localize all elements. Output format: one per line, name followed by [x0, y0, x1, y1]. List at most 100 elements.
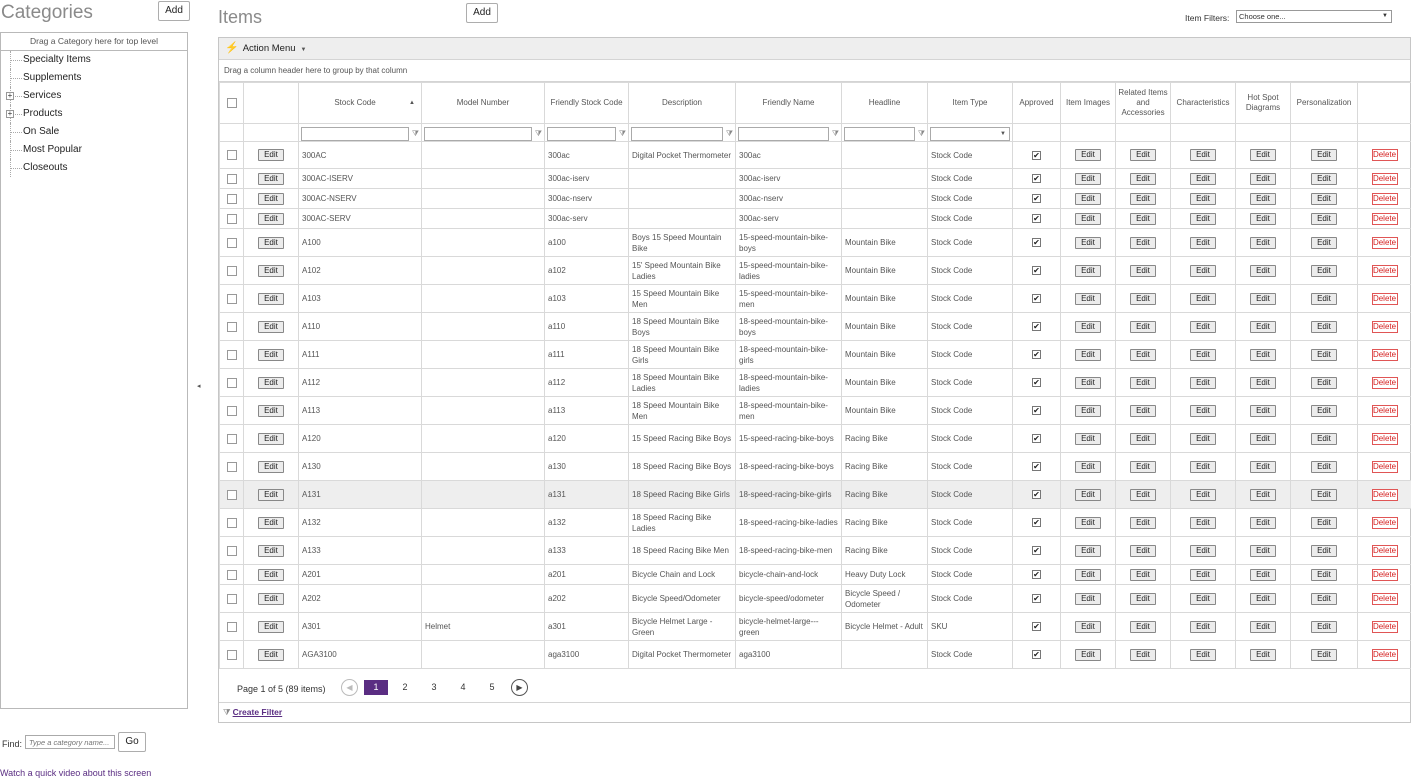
approved-checkbox[interactable]: ✔ — [1032, 150, 1041, 160]
characteristics-edit-button[interactable]: Edit — [1190, 432, 1216, 445]
approved-checkbox[interactable]: ✔ — [1032, 518, 1041, 527]
category-item[interactable]: Most Popular — [1, 141, 187, 159]
table-row[interactable]: Edit A102 a102 15' Speed Mountain Bike Ladi… — [219, 256, 1411, 285]
filter-icon[interactable]: ⧩ — [412, 128, 419, 139]
hot-spot-diagrams-edit-button[interactable]: Edit — [1250, 544, 1276, 557]
approved-checkbox[interactable]: ✔ — [1032, 406, 1041, 415]
related-items-edit-button[interactable]: Edit — [1130, 568, 1156, 581]
hot-spot-diagrams-edit-button[interactable]: Edit — [1250, 236, 1276, 249]
row-checkbox[interactable] — [226, 405, 237, 416]
table-row[interactable]: Edit A111 a111 18 Speed Mountain Bike Girls… — [219, 340, 1411, 369]
edit-button[interactable]: Edit — [258, 192, 284, 205]
delete-button[interactable]: Delete — [1371, 488, 1398, 501]
column-header[interactable]: Friendly Name — [735, 82, 842, 124]
related-items-edit-button[interactable]: Edit — [1130, 488, 1156, 501]
characteristics-edit-button[interactable]: Edit — [1190, 648, 1216, 661]
item-images-edit-button[interactable]: Edit — [1075, 432, 1101, 445]
characteristics-edit-button[interactable]: Edit — [1190, 460, 1216, 473]
delete-button[interactable]: Delete — [1371, 544, 1398, 557]
delete-button[interactable]: Delete — [1371, 236, 1398, 249]
table-row[interactable]: Edit A131 a131 18 Speed Racing Bike Girls 18… — [219, 480, 1411, 509]
delete-button[interactable]: Delete — [1371, 292, 1398, 305]
column-header[interactable]: Stock Code ▲ — [298, 82, 422, 124]
approved-checkbox[interactable]: ✔ — [1032, 214, 1041, 223]
category-item[interactable]: + Services — [1, 87, 187, 105]
category-item[interactable]: Closeouts — [1, 159, 187, 177]
personalization-edit-button[interactable]: Edit — [1311, 376, 1337, 389]
table-row[interactable]: Edit AGA3100 aga3100 Digital Pocket Thermom… — [219, 640, 1411, 669]
delete-button[interactable]: Delete — [1371, 648, 1398, 661]
column-header[interactable]: Model Number — [421, 82, 545, 124]
approved-checkbox[interactable]: ✔ — [1032, 266, 1041, 275]
row-checkbox[interactable] — [226, 265, 237, 276]
hot-spot-diagrams-edit-button[interactable]: Edit — [1250, 320, 1276, 333]
approved-checkbox[interactable]: ✔ — [1032, 490, 1041, 499]
edit-button[interactable]: Edit — [258, 149, 284, 161]
hot-spot-diagrams-edit-button[interactable]: Edit — [1250, 516, 1276, 529]
table-row[interactable]: Edit A113 a113 18 Speed Mountain Bike Men 18… — [219, 396, 1411, 425]
table-row[interactable]: Edit A132 a132 18 Speed Racing Bike Ladies 1… — [219, 508, 1411, 537]
hot-spot-diagrams-edit-button[interactable]: Edit — [1250, 488, 1276, 501]
hot-spot-diagrams-edit-button[interactable]: Edit — [1250, 172, 1276, 185]
row-checkbox[interactable] — [226, 621, 237, 632]
related-items-edit-button[interactable]: Edit — [1130, 212, 1156, 225]
related-items-edit-button[interactable]: Edit — [1130, 404, 1156, 417]
prev-page-icon[interactable]: ◀ — [341, 679, 358, 696]
row-checkbox[interactable] — [226, 377, 237, 388]
edit-button[interactable]: Edit — [258, 648, 284, 661]
edit-button[interactable]: Edit — [258, 592, 284, 605]
column-header[interactable]: Item Type — [927, 82, 1013, 124]
related-items-edit-button[interactable]: Edit — [1130, 432, 1156, 445]
related-items-edit-button[interactable]: Edit — [1130, 264, 1156, 277]
delete-button[interactable]: Delete — [1371, 264, 1398, 277]
table-row[interactable]: Edit A110 a110 18 Speed Mountain Bike Boys 1… — [219, 312, 1411, 341]
column-header[interactable]: Description — [628, 82, 736, 124]
delete-button[interactable]: Delete — [1371, 404, 1398, 417]
approved-checkbox[interactable]: ✔ — [1032, 650, 1041, 659]
related-items-edit-button[interactable]: Edit — [1130, 460, 1156, 473]
table-row[interactable]: Edit A103 a103 15 Speed Mountain Bike Men 15… — [219, 284, 1411, 313]
edit-button[interactable]: Edit — [258, 236, 284, 249]
item-images-edit-button[interactable]: Edit — [1075, 236, 1101, 249]
table-row[interactable]: Edit 300AC 300ac Digital Pocket Thermometer… — [219, 141, 1411, 169]
item-images-edit-button[interactable]: Edit — [1075, 460, 1101, 473]
related-items-edit-button[interactable]: Edit — [1130, 292, 1156, 305]
edit-button[interactable]: Edit — [258, 516, 284, 529]
item-images-edit-button[interactable]: Edit — [1075, 212, 1101, 225]
characteristics-edit-button[interactable]: Edit — [1190, 212, 1216, 225]
column-filter-input[interactable] — [301, 126, 409, 141]
column-header[interactable]: Related Items and Accessories — [1115, 82, 1171, 124]
characteristics-edit-button[interactable]: Edit — [1190, 620, 1216, 633]
approved-checkbox[interactable]: ✔ — [1032, 350, 1041, 359]
column-header[interactable]: Friendly Stock Code — [544, 82, 629, 124]
hot-spot-diagrams-edit-button[interactable]: Edit — [1250, 568, 1276, 581]
group-by-zone[interactable]: Drag a column header here to group by th… — [219, 60, 1410, 82]
edit-button[interactable]: Edit — [258, 460, 284, 473]
hot-spot-diagrams-edit-button[interactable]: Edit — [1250, 292, 1276, 305]
personalization-edit-button[interactable]: Edit — [1311, 404, 1337, 417]
table-row[interactable]: Edit A301 Helmet a301 Bicycle Helmet Large -… — [219, 612, 1411, 641]
approved-checkbox[interactable]: ✔ — [1032, 194, 1041, 203]
hot-spot-diagrams-edit-button[interactable]: Edit — [1250, 404, 1276, 417]
approved-checkbox[interactable]: ✔ — [1032, 462, 1041, 471]
approved-checkbox[interactable]: ✔ — [1032, 174, 1041, 183]
category-item[interactable]: Supplements — [1, 69, 187, 87]
column-filter-input[interactable] — [547, 126, 616, 141]
characteristics-edit-button[interactable]: Edit — [1190, 404, 1216, 417]
action-menu[interactable]: ⚡ Action Menu ▼ — [219, 38, 1410, 60]
column-filter-input[interactable] — [844, 126, 915, 141]
item-filters-select[interactable]: Choose one... ▼ — [1236, 10, 1392, 23]
characteristics-edit-button[interactable]: Edit — [1190, 292, 1216, 305]
column-header[interactable]: Characteristics — [1170, 82, 1236, 124]
edit-button[interactable]: Edit — [258, 620, 284, 633]
column-filter-input[interactable] — [424, 126, 532, 141]
item-images-edit-button[interactable]: Edit — [1075, 488, 1101, 501]
column-header[interactable]: Headline — [841, 82, 928, 124]
row-checkbox[interactable] — [226, 569, 237, 580]
personalization-edit-button[interactable]: Edit — [1311, 212, 1337, 225]
personalization-edit-button[interactable]: Edit — [1311, 460, 1337, 473]
related-items-edit-button[interactable]: Edit — [1130, 149, 1156, 161]
row-checkbox[interactable] — [226, 433, 237, 444]
characteristics-edit-button[interactable]: Edit — [1190, 348, 1216, 361]
table-row[interactable]: Edit 300AC-ISERV 300ac-iserv 300ac-iserv Sto… — [219, 168, 1411, 189]
